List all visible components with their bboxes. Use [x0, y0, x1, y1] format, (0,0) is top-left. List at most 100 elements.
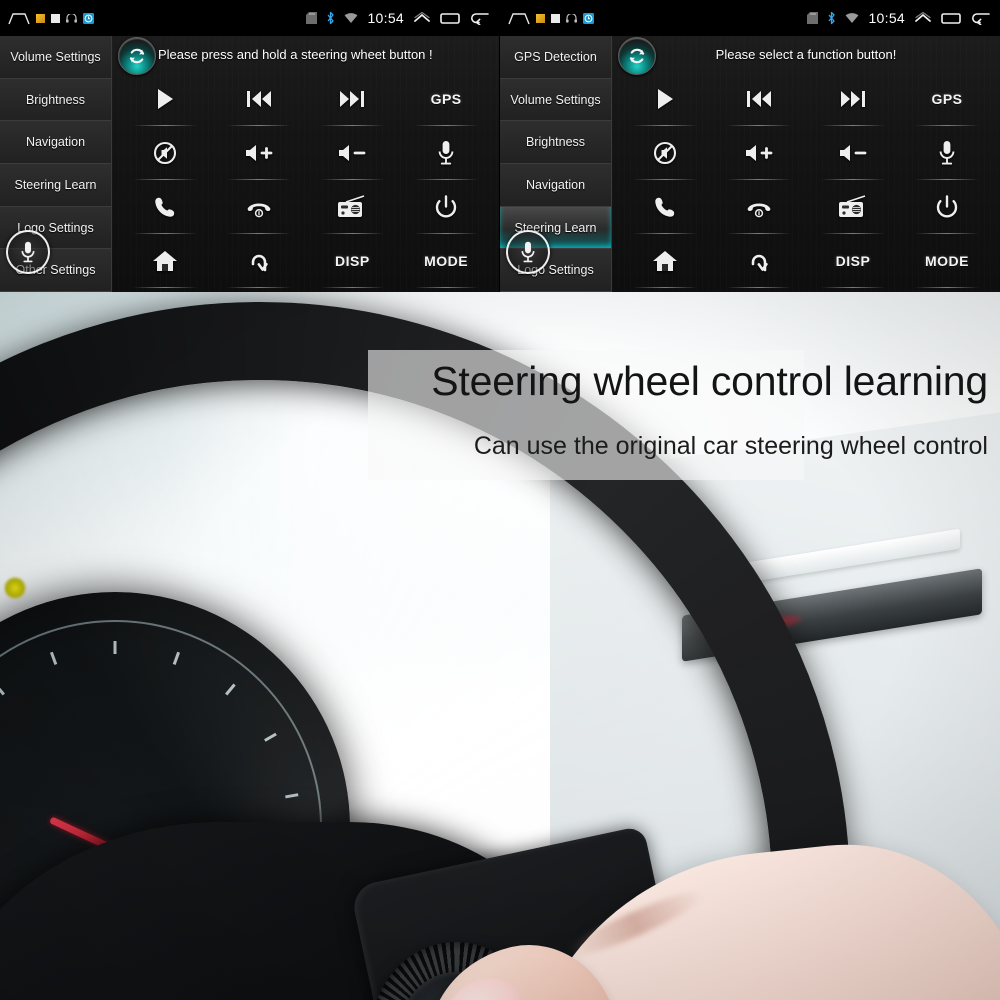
chevron-up-icon[interactable] — [413, 11, 431, 24]
disp-label: DISP — [335, 253, 370, 269]
app-clock-blue-icon — [83, 12, 94, 24]
disp-label: DISP — [835, 253, 871, 269]
microphone-icon[interactable] — [399, 126, 493, 180]
play-icon[interactable] — [618, 72, 712, 126]
previous-track-icon[interactable] — [212, 72, 306, 126]
radio-icon[interactable] — [306, 180, 400, 234]
sidebar-item-label: Steering Learn — [14, 177, 97, 192]
recent-apps-icon[interactable] — [941, 12, 961, 25]
left-panel-body: Volume Settings Brightness Navigation St… — [0, 36, 499, 292]
volume-up-icon[interactable] — [212, 126, 306, 180]
back-arrow-icon[interactable] — [970, 12, 990, 25]
home-icon[interactable] — [618, 234, 712, 288]
app-headphones-icon — [566, 12, 577, 23]
status-bar-left-icons — [8, 12, 94, 25]
status-bar-clock: 10:54 — [868, 10, 905, 26]
sd-card-icon — [807, 12, 819, 24]
voice-mic-floating-button[interactable] — [506, 230, 550, 274]
bluetooth-icon — [827, 11, 836, 25]
sidebar-item-brightness[interactable]: Brightness — [0, 78, 111, 122]
sidebar-item-gps-detection[interactable]: GPS Detection — [500, 36, 611, 79]
volume-up-icon[interactable] — [712, 126, 806, 180]
left-hint-row: Please press and hold a steering wheet b… — [112, 36, 499, 75]
back-arrow-icon[interactable] — [469, 12, 489, 25]
voice-mic-floating-button[interactable] — [6, 230, 50, 274]
mode-button[interactable]: MODE — [900, 234, 994, 288]
screenshot-panels: 10:54 Volume Settings Brightness Navigat… — [0, 0, 1000, 292]
status-bar-clock: 10:54 — [367, 10, 404, 26]
mute-icon[interactable] — [618, 126, 712, 180]
chevron-up-icon[interactable] — [914, 11, 932, 24]
back-return-icon[interactable] — [212, 234, 306, 288]
microphone-icon[interactable] — [900, 126, 994, 180]
radio-icon[interactable] — [806, 180, 900, 234]
android-status-bar-right: 10:54 — [500, 0, 1000, 36]
sidebar-item-label: Navigation — [525, 177, 586, 192]
refresh-icon[interactable] — [618, 37, 656, 75]
mode-button[interactable]: MODE — [399, 234, 493, 288]
app-white-square-icon — [51, 13, 60, 23]
next-track-icon[interactable] — [806, 72, 900, 126]
status-bar-right-icons: 10:54 — [306, 10, 489, 26]
app-white-square-icon — [551, 13, 560, 23]
gps-button[interactable]: GPS — [900, 72, 994, 126]
gps-button[interactable]: GPS — [399, 72, 493, 126]
cloud-icon — [8, 12, 30, 25]
app-clock-blue-icon — [583, 12, 594, 24]
sidebar-item-label: Brightness — [525, 135, 586, 150]
home-icon[interactable] — [118, 234, 212, 288]
sidebar-item-volume-settings[interactable]: Volume Settings — [500, 78, 611, 122]
gps-label: GPS — [931, 91, 963, 107]
mode-label: MODE — [925, 253, 969, 269]
call-answer-icon[interactable] — [618, 180, 712, 234]
refresh-icon[interactable] — [118, 37, 156, 75]
sidebar-item-navigation[interactable]: Navigation — [0, 121, 111, 165]
power-icon[interactable] — [900, 180, 994, 234]
page-subtitle: Can use the original car steering wheel … — [473, 432, 988, 460]
sidebar-item-steering-learn[interactable]: Steering Learn — [0, 164, 111, 207]
call-answer-icon[interactable] — [118, 180, 212, 234]
call-end-icon[interactable] — [712, 180, 806, 234]
recent-apps-icon[interactable] — [440, 12, 460, 25]
screenshot-root: 10:54 Volume Settings Brightness Navigat… — [0, 0, 1000, 1000]
bluetooth-icon — [326, 11, 335, 25]
volume-down-icon[interactable] — [306, 126, 400, 180]
mode-label: MODE — [424, 253, 469, 269]
volume-down-icon[interactable] — [806, 126, 900, 180]
disp-button[interactable]: DISP — [306, 234, 400, 288]
next-track-icon[interactable] — [306, 72, 400, 126]
previous-track-icon[interactable] — [712, 72, 806, 126]
cloud-icon — [508, 12, 530, 25]
page-title: Steering wheel control learning — [431, 358, 988, 404]
sidebar-item-brightness[interactable]: Brightness — [500, 121, 611, 165]
right-panel-body: GPS Detection Volume Settings Brightness… — [500, 36, 1000, 292]
sd-card-icon — [306, 12, 318, 24]
right-steering-learn-content: Please select a function button! GPS DIS… — [612, 36, 1000, 292]
call-end-icon[interactable] — [212, 180, 306, 234]
steering-wheel-photo: Steering wheel control learning Can use … — [0, 292, 1000, 1000]
sidebar-item-volume-settings[interactable]: Volume Settings — [0, 36, 111, 79]
status-bar-left-icons — [508, 12, 594, 25]
app-yellow-icon — [536, 13, 545, 23]
sidebar-item-label: GPS Detection — [514, 49, 597, 64]
left-function-button-grid: GPS DISP MODE — [112, 72, 499, 288]
right-head-unit-panel: 10:54 GPS Detection Volume Settings Brig… — [500, 0, 1000, 292]
sidebar-item-navigation[interactable]: Navigation — [500, 164, 611, 207]
disp-button[interactable]: DISP — [806, 234, 900, 288]
left-panel-hint-text: Please press and hold a steering wheet b… — [158, 46, 433, 62]
status-bar-right-icons: 10:54 — [807, 10, 990, 26]
play-icon[interactable] — [118, 72, 212, 126]
right-panel-hint-text: Please select a function button! — [715, 46, 897, 62]
sidebar-item-label: Navigation — [25, 135, 86, 150]
sidebar-item-label: Volume Settings — [510, 92, 601, 107]
wifi-icon — [845, 12, 859, 24]
sidebar-item-label: Volume Settings — [10, 49, 101, 64]
power-icon[interactable] — [399, 180, 493, 234]
gps-label: GPS — [430, 91, 462, 107]
back-return-icon[interactable] — [712, 234, 806, 288]
mute-icon[interactable] — [118, 126, 212, 180]
left-head-unit-panel: 10:54 Volume Settings Brightness Navigat… — [0, 0, 500, 292]
app-yellow-icon — [36, 13, 45, 23]
right-hint-row: Please select a function button! — [612, 36, 1000, 75]
microphone-icon — [521, 241, 535, 263]
